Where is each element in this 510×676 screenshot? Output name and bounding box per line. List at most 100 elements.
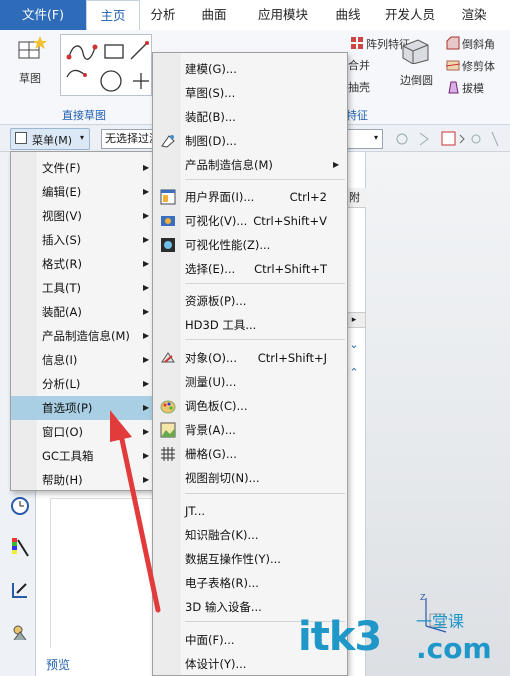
main-menu-item[interactable]: 首选项(P) ▶ [11, 396, 159, 420]
preview-label[interactable]: 预览 [46, 656, 70, 673]
submenu-item-label: 草图(S)... [185, 86, 236, 100]
trim-body-label[interactable]: 修剪体 [462, 58, 495, 74]
submenu-item[interactable]: 可视化(V)... Ctrl+Shift+V [153, 209, 347, 233]
watermark-tag: 一堂课 [416, 612, 465, 631]
submenu-item-label: 选择(E)... [185, 262, 236, 276]
main-menu-item[interactable]: 窗口(O) ▶ [11, 420, 159, 444]
main-menu-item[interactable]: 文件(F) ▶ [11, 156, 159, 180]
main-menu-item-label: 文件(F) [42, 161, 81, 175]
main-menu-item[interactable]: 信息(I) ▶ [11, 348, 159, 372]
submenu-item-label: 视图剖切(N)... [185, 471, 260, 485]
tab-analysis[interactable]: 分析 [142, 0, 184, 30]
submenu-item[interactable]: 制图(D)... [153, 129, 347, 153]
submenu-item[interactable]: 栅格(G)... [153, 442, 347, 466]
submenu-arrow-icon: ▶ [143, 307, 150, 316]
main-menu-item[interactable]: 视图(V) ▶ [11, 204, 159, 228]
main-menu-item[interactable]: 分析(L) ▶ [11, 372, 159, 396]
submenu-arrow-icon: ▶ [143, 451, 150, 460]
main-menu-item-label: 分析(L) [42, 377, 81, 391]
menu-separator [185, 283, 345, 284]
submenu-item[interactable]: JT... [153, 499, 347, 523]
menu-separator [185, 339, 345, 340]
submenu-item-label: 背景(A)... [185, 423, 236, 437]
submenu-item[interactable]: 产品制造信息(M) ▶ [153, 153, 347, 177]
submenu-item[interactable]: 背景(A)... [153, 418, 347, 442]
chevron-down-icon: ▾ [80, 133, 85, 142]
submenu-item[interactable]: 对象(O)... Ctrl+Shift+J [153, 346, 347, 370]
history-clock-icon[interactable] [10, 496, 30, 516]
tab-render[interactable]: 渲染 [452, 0, 496, 30]
submenu-arrow-icon: ▶ [143, 403, 150, 412]
reuse-library-icon[interactable] [10, 580, 30, 600]
tab-developer[interactable]: 开发人员 [378, 0, 442, 30]
scope-dropdown[interactable]: ▾ [346, 129, 383, 149]
submenu-item[interactable]: 视图剖切(N)... [153, 466, 347, 490]
submenu-item-label: 中面(F)... [185, 633, 235, 647]
main-menu-item[interactable]: GC工具箱 ▶ [11, 444, 159, 468]
main-menu-item[interactable]: 工具(T) ▶ [11, 276, 159, 300]
submenu-item[interactable]: 知识融合(K)... [153, 523, 347, 547]
main-menu-item[interactable]: 编辑(E) ▶ [11, 180, 159, 204]
chamfer-icon[interactable] [446, 36, 460, 50]
sketch-label: 草图 [19, 72, 41, 85]
submenu-item[interactable]: 用户界面(I)... Ctrl+2 [153, 185, 347, 209]
sketch-icon[interactable] [16, 34, 48, 62]
tab-surface[interactable]: 曲面 [192, 0, 236, 30]
submenu-item-label: 资源板(P)... [185, 294, 247, 308]
drafting-icon [161, 135, 175, 148]
snap-tools-icons[interactable] [392, 129, 510, 149]
submenu-item[interactable]: 建模(G)... [153, 57, 347, 81]
submenu-item-label: 装配(B)... [185, 110, 236, 124]
trim-body-icon[interactable] [446, 58, 460, 72]
submenu-item[interactable]: 电子表格(R)... [153, 571, 347, 595]
main-menu-item[interactable]: 装配(A) ▶ [11, 300, 159, 324]
submenu-item-shortcut: Ctrl+Shift+T [254, 262, 327, 276]
draft-label[interactable]: 拔模 [462, 80, 484, 96]
main-menu-item[interactable]: 插入(S) ▶ [11, 228, 159, 252]
tab-home[interactable]: 主页 [86, 0, 140, 30]
merge-label[interactable]: 合并 [348, 57, 370, 73]
submenu-item-label: 数据互操作性(Y)... [185, 552, 281, 566]
edge-round-icon[interactable] [400, 36, 430, 64]
submenu-arrow-icon: ▶ [143, 283, 150, 292]
palette-bar-icon[interactable] [10, 536, 30, 558]
main-menu-item-label: 装配(A) [42, 305, 82, 319]
graphics-window[interactable]: Z [366, 152, 510, 676]
tab-app-module[interactable]: 应用模块 [248, 0, 318, 30]
submenu-arrow-icon: ▶ [143, 211, 150, 220]
sketch-curve-gallery [60, 34, 152, 96]
main-menu-item[interactable]: 格式(R) ▶ [11, 252, 159, 276]
shell-label[interactable]: 抽壳 [348, 79, 370, 95]
submenu-item[interactable]: 草图(S)... [153, 81, 347, 105]
draft-icon[interactable] [446, 80, 460, 94]
menu-button[interactable]: 菜单(M) ▾ [10, 128, 90, 150]
submenu-item-shortcut: Ctrl+2 [289, 190, 327, 204]
tab-file[interactable]: 文件(F) [0, 0, 86, 30]
submenu-item-shortcut: Ctrl+Shift+V [253, 214, 327, 228]
submenu-item[interactable]: 可视化性能(Z)... [153, 233, 347, 257]
direct-sketch-group-label: 直接草图 [62, 109, 106, 122]
submenu-item[interactable]: 测量(U)... [153, 370, 347, 394]
submenu-item[interactable]: 数据互操作性(Y)... [153, 547, 347, 571]
submenu-item[interactable]: 选择(E)... Ctrl+Shift+T [153, 257, 347, 281]
submenu-item[interactable]: 调色板(C)... [153, 394, 347, 418]
itk3-watermark: itk3 .com 一堂课 [298, 610, 508, 674]
array-feature-icon[interactable] [350, 36, 364, 50]
role-tools-icon[interactable] [10, 622, 30, 642]
svg-text:Z: Z [420, 593, 426, 602]
submenu-item[interactable]: 装配(B)... [153, 105, 347, 129]
edge-round-label[interactable]: 边倒圆 [400, 72, 433, 88]
submenu-item[interactable]: HD3D 工具... [153, 313, 347, 337]
main-menu-item-label: 首选项(P) [42, 401, 93, 415]
feature-group-label: 特征 [346, 109, 368, 122]
submenu-item-label: 建模(G)... [185, 62, 237, 76]
main-menu-item[interactable]: 产品制造信息(M) ▶ [11, 324, 159, 348]
submenu-item[interactable]: 资源板(P)... [153, 289, 347, 313]
selection-filter-dropdown[interactable]: 无选择过滤器 [101, 129, 153, 149]
chamfer-label[interactable]: 倒斜角 [462, 36, 495, 52]
menu-separator [185, 179, 345, 180]
submenu-item-label: 制图(D)... [185, 134, 237, 148]
tab-curve[interactable]: 曲线 [328, 0, 368, 30]
preferences-submenu: 建模(G)... 草图(S)... 装配(B)... 制图(D)... 产品制造信息(M… [152, 52, 348, 676]
main-menu-item[interactable]: 帮助(H) ▶ [11, 468, 159, 492]
